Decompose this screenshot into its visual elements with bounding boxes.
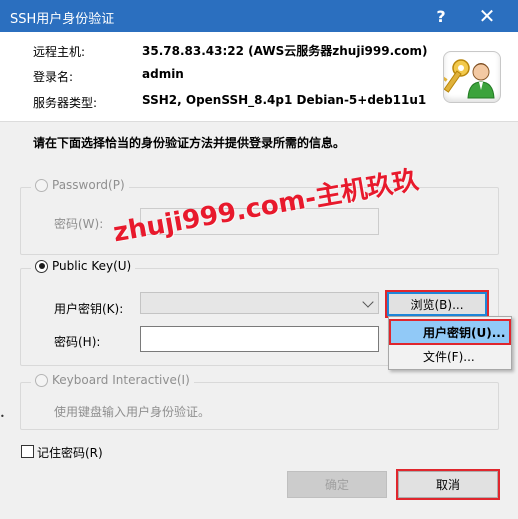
server-label: 服务器类型: bbox=[33, 96, 98, 110]
host-row: 远程主机: 35.78.83.43:22 (AWS云服务器zhuji999.co… bbox=[0, 40, 440, 60]
cancel-button[interactable]: 取消 bbox=[396, 469, 500, 500]
password-label: 密码(W): bbox=[54, 217, 104, 231]
browse-menu: 用户密钥(U)... 文件(F)... bbox=[388, 316, 512, 370]
menu-item-user-key[interactable]: 用户密钥(U)... bbox=[389, 319, 511, 345]
menu-item-file[interactable]: 文件(F)... bbox=[391, 345, 509, 367]
host-value: 35.78.83.43:22 (AWS云服务器zhuji999.com) bbox=[142, 44, 428, 58]
connection-info-panel: 远程主机: 35.78.83.43:22 (AWS云服务器zhuji999.co… bbox=[0, 32, 518, 122]
passphrase-label: 密码(H): bbox=[54, 335, 101, 349]
help-button[interactable]: ? bbox=[418, 0, 464, 32]
ok-button[interactable]: 确定 bbox=[287, 471, 387, 498]
passphrase-input[interactable] bbox=[140, 326, 379, 352]
password-radio-button[interactable] bbox=[35, 178, 48, 192]
close-button[interactable]: ✕ bbox=[464, 0, 510, 32]
publickey-radio-label: Public Key(U) bbox=[52, 259, 132, 273]
server-value: SSH2, OpenSSH_8.4p1 Debian-5+deb11u1 bbox=[142, 93, 427, 107]
user-key-icon bbox=[440, 51, 501, 103]
keyboard-group: Keyboard Interactive(I) 使用键盘输入用户身份验证。 bbox=[20, 373, 499, 430]
user-key-label: 用户密钥(K): bbox=[54, 302, 124, 316]
keyboard-radio[interactable]: Keyboard Interactive(I) bbox=[31, 373, 194, 387]
publickey-radio-button[interactable] bbox=[35, 259, 48, 273]
edge-mark: • bbox=[0, 412, 5, 421]
user-key-combo[interactable] bbox=[140, 292, 379, 314]
remember-password-checkbox[interactable] bbox=[21, 445, 34, 458]
password-radio-label: Password(P) bbox=[52, 178, 125, 192]
user-value: admin bbox=[142, 67, 184, 81]
keyboard-radio-button[interactable] bbox=[35, 373, 48, 387]
server-row: 服务器类型: SSH2, OpenSSH_8.4p1 Debian-5+deb1… bbox=[0, 91, 440, 111]
title-bar: SSH用户身份验证 ? ✕ bbox=[0, 0, 518, 32]
browse-button[interactable]: 浏览(B)... bbox=[385, 290, 489, 318]
keyboard-description: 使用键盘输入用户身份验证。 bbox=[54, 405, 211, 419]
password-radio[interactable]: Password(P) bbox=[31, 178, 129, 192]
publickey-radio[interactable]: Public Key(U) bbox=[31, 259, 136, 273]
instruction-text: 请在下面选择恰当的身份验证方法并提供登录所需的信息。 bbox=[33, 136, 346, 150]
chevron-down-icon[interactable] bbox=[362, 296, 374, 308]
user-label: 登录名: bbox=[33, 70, 74, 84]
keyboard-radio-label: Keyboard Interactive(I) bbox=[52, 373, 190, 387]
remember-password-label: 记住密码(R) bbox=[37, 446, 103, 460]
window-title: SSH用户身份验证 bbox=[10, 12, 115, 27]
user-row: 登录名: admin bbox=[0, 65, 440, 85]
host-label: 远程主机: bbox=[33, 45, 86, 59]
